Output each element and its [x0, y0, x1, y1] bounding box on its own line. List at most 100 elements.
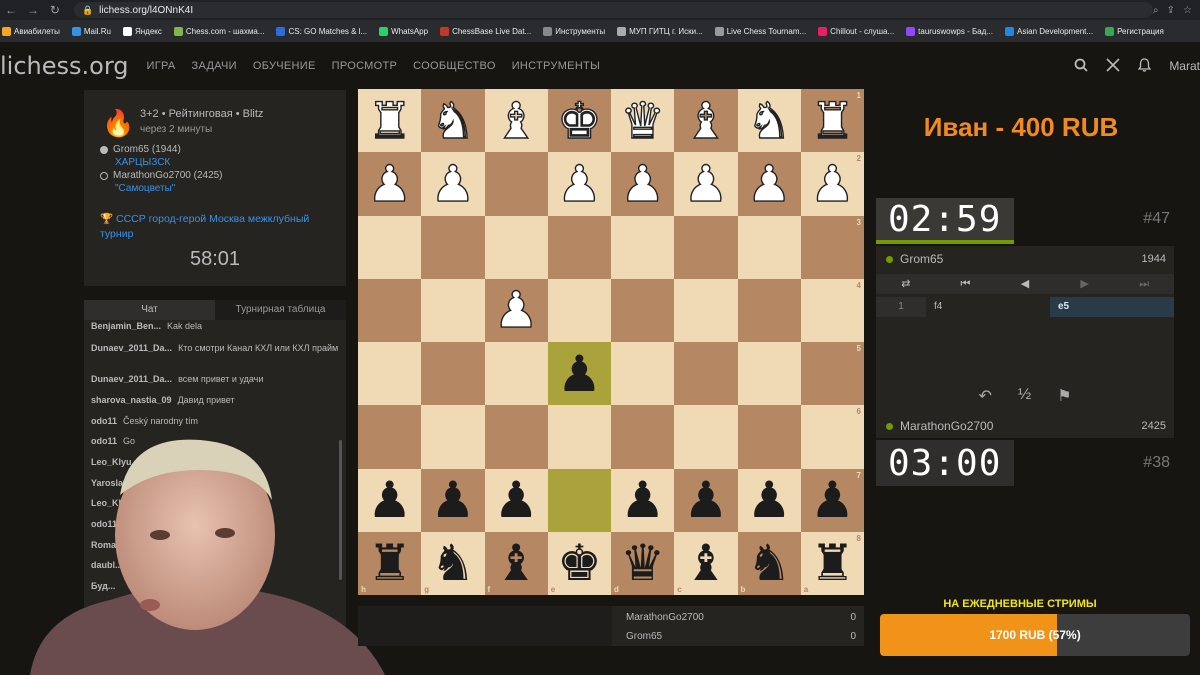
board-square[interactable]: b ♞ [737, 531, 801, 595]
search-icon[interactable] [1074, 58, 1088, 75]
board-square[interactable] [421, 278, 485, 342]
bookmark-item[interactable]: Asian Development... [1005, 26, 1093, 36]
white-move[interactable]: f4 [926, 297, 1050, 317]
nav-watch[interactable]: ПРОСМОТР [332, 60, 398, 72]
reload-icon[interactable]: ↻ [44, 3, 66, 17]
white-knight-icon[interactable]: ♞ [430, 95, 476, 146]
bookmark-item[interactable]: Chillout - слуша... [818, 26, 894, 36]
black-pawn-icon[interactable]: ♟ [683, 475, 728, 525]
board-square[interactable]: ♟ [737, 468, 801, 532]
board-square[interactable]: ♝ [484, 89, 548, 153]
board-square[interactable] [674, 278, 738, 342]
flip-board-icon[interactable]: ⇄ [876, 274, 936, 294]
board-square[interactable] [358, 342, 422, 406]
bookmark-item[interactable]: Инструменты [543, 26, 605, 36]
first-move-icon[interactable]: ⏮ [936, 274, 996, 294]
white-pawn-icon[interactable]: ♟ [683, 158, 729, 209]
white-pawn-icon[interactable]: ♟ [556, 158, 602, 209]
board-square[interactable]: ♞ [737, 89, 801, 153]
tournament-link[interactable]: 🏆 СССР город-герой Москва межклубный тур… [100, 212, 340, 242]
white-pawn-icon[interactable]: ♟ [746, 158, 792, 209]
bookmark-item[interactable]: Mail.Ru [71, 26, 111, 36]
bookmark-item[interactable]: МУП ГИТЦ г. Иски... [617, 26, 703, 36]
last-move-icon[interactable]: ⏭ [1114, 274, 1174, 294]
black-pawn-icon[interactable]: ♟ [430, 475, 475, 525]
bookmark-item[interactable]: Яндекс [122, 26, 162, 36]
chat-username[interactable]: Benjamin_Ben... [91, 321, 161, 331]
bookmark-item[interactable]: ChessBase Live Dat... [440, 26, 531, 36]
black-move[interactable]: e5 [1050, 297, 1174, 317]
black-queen-icon[interactable]: ♛ [620, 538, 665, 588]
board-square[interactable]: e ♚ [547, 531, 611, 595]
board-square[interactable] [737, 405, 801, 469]
site-logo[interactable]: lichess.org [0, 52, 129, 80]
board-square[interactable]: ♟ [611, 152, 675, 216]
black-king-icon[interactable]: ♚ [557, 538, 602, 588]
black-bishop-icon[interactable]: ♝ [683, 538, 728, 588]
board-square[interactable] [611, 405, 675, 469]
board-square[interactable]: ♟ [674, 468, 738, 532]
chat-username[interactable]: sharova_nastia_09 [91, 395, 172, 405]
board-square[interactable] [358, 215, 422, 279]
black-player-name[interactable]: MarathonGo2700 (2425) [113, 170, 223, 181]
board-square[interactable] [674, 342, 738, 406]
star-icon[interactable]: ☆ [1183, 5, 1192, 16]
board-square[interactable] [611, 278, 675, 342]
top-player-name[interactable]: Grom65 [900, 252, 943, 266]
challenge-icon[interactable] [1106, 57, 1120, 75]
board-square[interactable]: ♟ [484, 468, 548, 532]
board-square[interactable]: g ♞ [421, 531, 485, 595]
board-square[interactable]: ♟ [611, 468, 675, 532]
board-square[interactable]: f ♝ [484, 531, 548, 595]
board-square[interactable] [611, 215, 675, 279]
nav-play[interactable]: ИГРА [147, 60, 176, 72]
white-pawn-icon[interactable]: ♟ [430, 158, 476, 209]
black-pawn-icon[interactable]: ♟ [557, 349, 602, 399]
resign-flag-icon[interactable]: ⚑ [1057, 386, 1071, 406]
board-square[interactable] [547, 278, 611, 342]
board-square[interactable] [484, 405, 548, 469]
zoom-icon[interactable]: ⌕ [1153, 5, 1159, 16]
user-menu[interactable]: Marat [1169, 59, 1200, 73]
tab-standings[interactable]: Турнирная таблица [215, 300, 346, 320]
chess-board[interactable]: ♜ ♞ ♝ ♚ ♛ ♝ ♞ 1 ♜ ♟ ♟ ♟ ♟ ♟ ♟ 2 ♟ 3 ♟ 4 ♟ 5 6 ♟ ♟ ♟ ♟ ♟ ♟ 7 ♟ h ♜ g ♞ f ♝ e ♚ d… [358, 89, 864, 595]
board-square[interactable] [484, 215, 548, 279]
white-player-name[interactable]: Grom65 (1944) [113, 144, 181, 155]
black-bishop-icon[interactable]: ♝ [494, 538, 539, 588]
board-square[interactable]: d ♛ [611, 531, 675, 595]
board-square[interactable] [358, 405, 422, 469]
board-square[interactable] [484, 152, 548, 216]
board-square[interactable]: 1 ♜ [800, 89, 864, 153]
previous-move-icon[interactable]: ◀ [995, 274, 1055, 294]
board-square[interactable]: ♟ [547, 152, 611, 216]
tab-chat[interactable]: Чат [84, 300, 215, 320]
bookmark-item[interactable]: Регистрация [1105, 26, 1164, 36]
board-square[interactable] [421, 405, 485, 469]
nav-puzzles[interactable]: ЗАДАЧИ [192, 60, 237, 72]
white-bishop-icon[interactable]: ♝ [683, 95, 729, 146]
black-pawn-icon[interactable]: ♟ [810, 475, 855, 525]
notification-bell-icon[interactable] [1138, 57, 1152, 75]
back-icon[interactable]: ← [0, 3, 22, 17]
board-square[interactable] [674, 215, 738, 279]
board-square[interactable]: 3 [800, 215, 864, 279]
board-square[interactable]: ♟ [421, 468, 485, 532]
white-pawn-icon[interactable]: ♟ [367, 158, 413, 209]
bookmark-item[interactable]: WhatsApp [379, 26, 428, 36]
white-queen-icon[interactable]: ♛ [620, 95, 666, 146]
white-pawn-icon[interactable]: ♟ [809, 158, 855, 209]
board-square[interactable]: ♞ [421, 89, 485, 153]
board-square[interactable]: 4 [800, 278, 864, 342]
board-square[interactable] [737, 215, 801, 279]
board-square[interactable] [674, 405, 738, 469]
bookmark-item[interactable]: Live Chess Tournam... [714, 26, 806, 36]
white-knight-icon[interactable]: ♞ [746, 95, 792, 146]
board-square[interactable]: ♟ [737, 152, 801, 216]
board-square[interactable] [421, 215, 485, 279]
board-square[interactable] [547, 405, 611, 469]
forward-icon[interactable]: → [22, 3, 44, 17]
white-team-link[interactable]: ХАРЦЫЗСК [115, 157, 170, 168]
board-square[interactable] [547, 468, 611, 532]
board-square[interactable] [737, 278, 801, 342]
board-square[interactable]: 2 ♟ [800, 152, 864, 216]
